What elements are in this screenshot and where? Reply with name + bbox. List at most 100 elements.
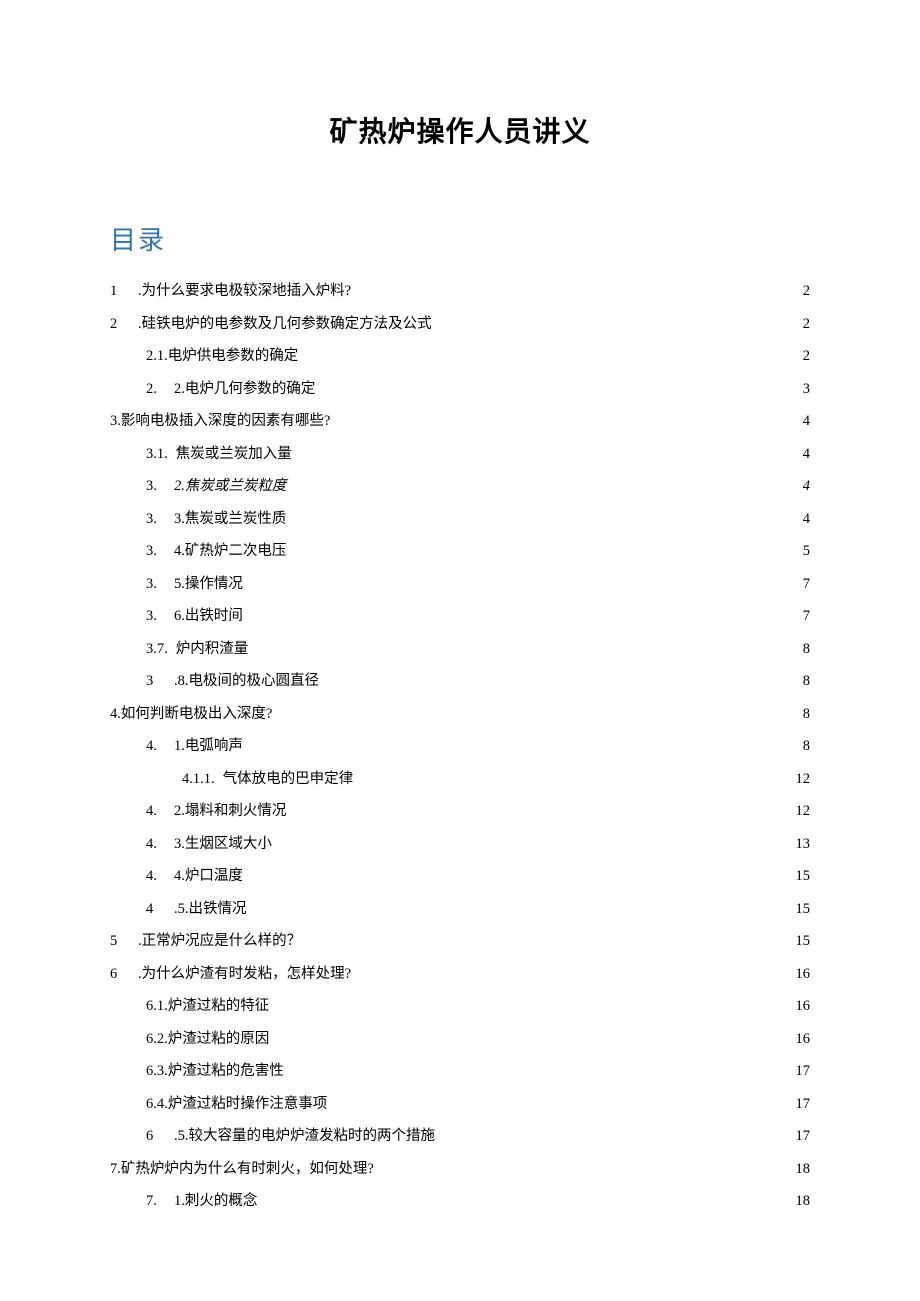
toc-entry-page: 16: [792, 1032, 810, 1047]
toc-entry-page: 18: [792, 1162, 810, 1177]
toc-entry[interactable]: 7.矿热炉炉内为什么有时刺火，如何处理? 18: [110, 1153, 810, 1186]
toc-entry-page: 17: [792, 1129, 810, 1144]
toc-entry[interactable]: 2.2.电炉几何参数的确定3: [110, 373, 810, 406]
toc-entry-number: 4: [146, 902, 174, 917]
toc-entry[interactable]: 5.正常炉况应是什么样的？ 15: [110, 925, 810, 958]
toc-entry-page: 4: [792, 414, 810, 429]
toc-entry[interactable]: 4.5.出铁情况 15: [110, 893, 810, 926]
toc-entry-text: 4.如何判断电极出入深度?: [110, 707, 272, 722]
toc-entry-text: 6.2.炉渣过粘的原因: [146, 1032, 269, 1047]
toc-entry[interactable]: 6.5.较大容量的电炉炉渣发粘时的两个措施17: [110, 1120, 810, 1153]
toc-entry[interactable]: 1.为什么要求电极较深地插入炉料? 2: [110, 275, 810, 308]
toc-entry-text: .为什么炉渣有时发粘，怎样处理?: [138, 967, 351, 982]
toc-entry-text: 5.操作情况: [174, 577, 243, 592]
toc-entry-text: .8.电极间的极心圆直径: [174, 674, 319, 689]
toc-entry[interactable]: 7.1.刺火的概念18: [110, 1185, 810, 1218]
toc-entry-number: 5: [110, 934, 138, 949]
toc-entry[interactable]: 4.2.塌料和刺火情况12: [110, 795, 810, 828]
toc-entry-text: .硅铁电炉的电参数及几何参数确定方法及公式: [138, 317, 432, 332]
toc-entry-number: 3.: [146, 544, 174, 559]
toc-entry-page: 12: [792, 772, 810, 787]
toc-entry[interactable]: 3.8.电极间的极心圆直径 8: [110, 665, 810, 698]
toc-entry-number: 4.1.1.: [182, 772, 223, 787]
toc-entry-number: 3.: [146, 577, 174, 592]
toc-entry-page: 8: [792, 707, 810, 722]
toc-entry[interactable]: 6.2.炉渣过粘的原因 16: [110, 1023, 810, 1056]
toc-entry-number: 3.: [146, 512, 174, 527]
toc-entry-page: 8: [792, 739, 810, 754]
toc-entry[interactable]: 3.4.矿热炉二次电压 5: [110, 535, 810, 568]
toc-entry-text: 2.1.电炉供电参数的确定: [146, 349, 298, 364]
toc-entry[interactable]: 3.6.出铁时间 7: [110, 600, 810, 633]
toc-entry[interactable]: 6.4.炉渣过粘时操作注意事项17: [110, 1088, 810, 1121]
toc-entry-text: .5.较大容量的电炉炉渣发粘时的两个措施: [174, 1129, 435, 1144]
toc-entry-page: 4: [792, 512, 810, 527]
toc-entry[interactable]: 3.影响电极插入深度的因素有哪些?4: [110, 405, 810, 438]
toc-entry[interactable]: 3.7.炉内积渣量 8: [110, 633, 810, 666]
toc-entry[interactable]: 6.3.炉渣过粘的危害性17: [110, 1055, 810, 1088]
toc-entry-number: 2.: [146, 382, 174, 397]
toc-entry[interactable]: 2.硅铁电炉的电参数及几何参数确定方法及公式2: [110, 308, 810, 341]
toc-entry-number: 1: [110, 284, 138, 299]
toc-entry-page: 7: [792, 609, 810, 624]
toc-entry-page: 7: [792, 577, 810, 592]
document-page: 矿热炉操作人员讲义 目录 1.为什么要求电极较深地插入炉料? 2 2 .硅铁电炉的电参…: [0, 0, 920, 1301]
toc-entry-text: .正常炉况应是什么样的？: [138, 934, 301, 949]
toc-entry[interactable]: 3.3.焦炭或兰炭性质 4: [110, 503, 810, 536]
toc-entry-text: 气体放电的巴申定律: [223, 772, 354, 787]
toc-entry-text: .为什么要求电极较深地插入炉料?: [138, 284, 351, 299]
toc-entry[interactable]: 4.4.炉口温度15: [110, 860, 810, 893]
toc-entry-text: 3.焦炭或兰炭性质: [174, 512, 286, 527]
toc-entry-text: 炉内积渣量: [176, 642, 249, 657]
toc-entry[interactable]: 4.1.1.气体放电的巴申定律 12: [110, 763, 810, 796]
toc-entry[interactable]: 3.5.操作情况 7: [110, 568, 810, 601]
toc-entry[interactable]: 6.为什么炉渣有时发粘，怎样处理?16: [110, 958, 810, 991]
toc-entry-page: 2: [792, 317, 810, 332]
toc-entry-page: 17: [792, 1064, 810, 1079]
toc-entry-number: 3.: [146, 609, 174, 624]
toc-entry-page: 8: [792, 642, 810, 657]
toc-entry-text: 1.刺火的概念: [174, 1194, 257, 1209]
toc-entry[interactable]: 4.如何判断电极出入深度? 8: [110, 698, 810, 731]
toc-entry-number: 6: [110, 967, 138, 982]
toc-entry-number: 4.: [146, 837, 174, 852]
toc-entry-text: 6.出铁时间: [174, 609, 243, 624]
toc-entry-text: 6.4.炉渣过粘时操作注意事项: [146, 1097, 327, 1112]
toc-entry-text: 7.矿热炉炉内为什么有时刺火，如何处理?: [110, 1162, 374, 1177]
toc-entry-number: 4.: [146, 804, 174, 819]
toc-entry-text: 4.矿热炉二次电压: [174, 544, 286, 559]
toc-entry[interactable]: 4.1.电弧响声 8: [110, 730, 810, 763]
toc-entry-text: 1.电弧响声: [174, 739, 243, 754]
toc-entry-page: 15: [792, 934, 810, 949]
toc-entry[interactable]: 3.2.焦炭或兰炭粒度4: [110, 470, 810, 503]
toc-entry-text: 6.1.炉渣过粘的特征: [146, 999, 269, 1014]
toc-entry[interactable]: 4.3.生烟区域大小 13: [110, 828, 810, 861]
toc-entry-page: 8: [792, 674, 810, 689]
toc-entry-number: 3.: [146, 479, 174, 494]
toc-entry-page: 15: [792, 869, 810, 884]
table-of-contents: 1.为什么要求电极较深地插入炉料? 2 2 .硅铁电炉的电参数及几何参数确定方法及公式…: [110, 275, 810, 1218]
toc-entry-text: 焦炭或兰炭加入量: [176, 447, 292, 462]
toc-entry-page: 2: [792, 349, 810, 364]
toc-heading: 目录: [110, 220, 810, 257]
toc-entry-number: 3.7.: [146, 642, 176, 657]
toc-entry[interactable]: 6.1.炉渣过粘的特征 16: [110, 990, 810, 1023]
toc-entry-text: 3.生烟区域大小: [174, 837, 272, 852]
toc-entry-page: 13: [792, 837, 810, 852]
toc-entry-number: 3: [146, 674, 174, 689]
toc-entry-number: 4.: [146, 739, 174, 754]
toc-entry-text: 2.焦炭或兰炭粒度: [174, 479, 286, 494]
toc-entry-page: 5: [792, 544, 810, 559]
toc-entry-text: 2.电炉几何参数的确定: [174, 382, 315, 397]
toc-entry[interactable]: 2.1.电炉供电参数的确定 2: [110, 340, 810, 373]
toc-entry[interactable]: 3.1.焦炭或兰炭加入量4: [110, 438, 810, 471]
toc-entry-text: .5.出铁情况: [174, 902, 247, 917]
toc-entry-number: 7.: [146, 1194, 174, 1209]
toc-entry-number: 4.: [146, 869, 174, 884]
toc-entry-page: 2: [792, 284, 810, 299]
toc-entry-page: 15: [792, 902, 810, 917]
toc-entry-number: 3.1.: [146, 447, 176, 462]
toc-entry-page: 12: [792, 804, 810, 819]
toc-entry-page: 16: [792, 999, 810, 1014]
page-title: 矿热炉操作人员讲义: [110, 110, 810, 150]
